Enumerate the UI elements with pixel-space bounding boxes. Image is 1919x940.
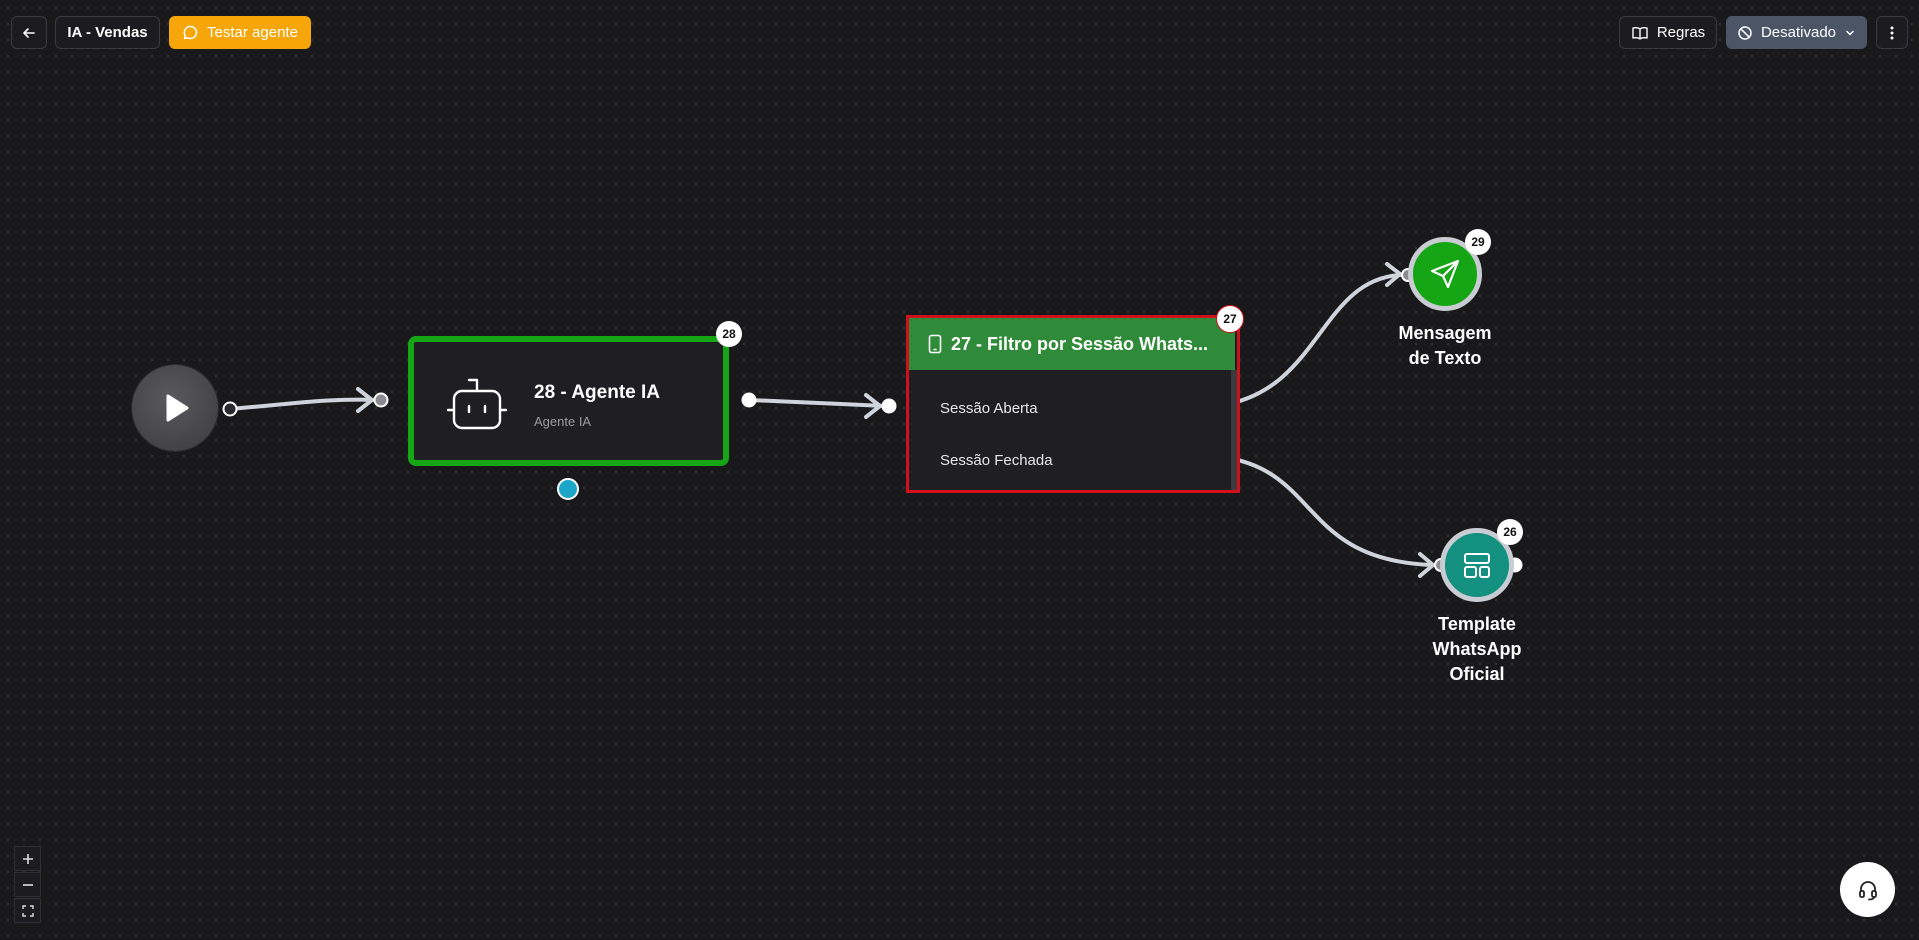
zoom-in-button[interactable] xyxy=(14,846,41,871)
start-node[interactable] xyxy=(132,365,218,451)
filter-node-badge: 27 xyxy=(1216,305,1244,333)
layout-template-icon xyxy=(1464,553,1490,578)
support-button[interactable] xyxy=(1840,862,1895,917)
edge-agent-filter xyxy=(748,398,887,408)
session-filter-node[interactable]: 27 - Filtro por Sessão Whats... Sessão A… xyxy=(906,315,1240,493)
filter-scrollbar[interactable] xyxy=(1231,370,1237,490)
agent-node-badge: 28 xyxy=(716,321,742,347)
filter-input-handle xyxy=(881,398,897,414)
agent-node-subtitle: Agente IA xyxy=(534,414,592,429)
plus-icon xyxy=(22,853,33,864)
filter-output-open: Sessão Aberta xyxy=(940,400,1038,417)
fit-view-button[interactable] xyxy=(14,898,41,923)
play-icon xyxy=(166,394,189,422)
filter-output-closed: Sessão Fechada xyxy=(940,452,1053,469)
template-node-badge: 26 xyxy=(1497,519,1523,545)
agent-input-handle xyxy=(373,392,389,408)
template-label-line3: Oficial xyxy=(1449,664,1505,684)
minus-icon xyxy=(22,883,33,886)
fullscreen-icon xyxy=(21,904,34,917)
agent-output-handle xyxy=(741,392,757,408)
robot-icon xyxy=(446,378,508,430)
template-node-label: Template WhatsApp Oficial xyxy=(1417,612,1537,687)
message-label-line2: de Texto xyxy=(1408,348,1482,368)
message-node-badge: 29 xyxy=(1465,229,1491,255)
edge-start-agent xyxy=(228,397,380,411)
agent-node-title: 28 - Agente IA xyxy=(534,382,660,403)
start-output-handle xyxy=(222,401,238,417)
zoom-out-button[interactable] xyxy=(14,872,41,897)
filter-node-header: 27 - Filtro por Sessão Whats... xyxy=(909,318,1235,370)
message-label-line1: Mensagem xyxy=(1398,323,1492,343)
headset-icon xyxy=(1858,880,1877,900)
message-node-label: Mensagem de Texto xyxy=(1383,321,1507,371)
smartphone-icon xyxy=(928,334,942,354)
template-label-line2: WhatsApp xyxy=(1432,639,1522,659)
edge-closed-template xyxy=(1220,455,1434,567)
send-icon xyxy=(1430,259,1460,289)
template-label-line1: Template xyxy=(1438,614,1516,634)
filter-node-title: 27 - Filtro por Sessão Whats... xyxy=(951,333,1209,354)
edge-open-message xyxy=(1220,273,1402,407)
agent-tool-handle xyxy=(557,478,579,500)
agent-ia-node[interactable]: 28 - Agente IA Agente IA xyxy=(408,336,729,466)
